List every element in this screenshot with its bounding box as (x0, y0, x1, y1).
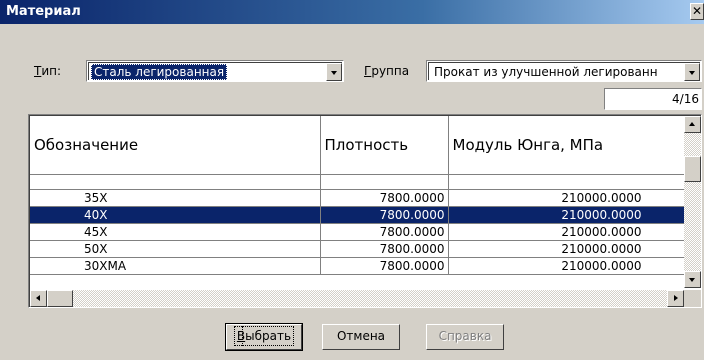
cell-density: 7800.0000 (320, 257, 449, 275)
cell-modulus: 210000.0000 (448, 240, 687, 258)
group-value: Прокат из улучшенной легированн (434, 65, 658, 79)
arrow-left-icon (36, 295, 40, 301)
close-button[interactable]: ✕ (690, 3, 704, 20)
cell-density: 7800.0000 (320, 189, 449, 207)
cell-density: 7800.0000 (320, 223, 449, 241)
vertical-scrollbar[interactable] (684, 116, 701, 288)
table-row[interactable]: 35Х 7800.0000 210000.0000 (30, 189, 687, 207)
cell-density: 7800.0000 (320, 240, 449, 258)
cell-designation: 35Х (30, 189, 321, 207)
horizontal-scroll-thumb[interactable] (47, 290, 73, 307)
close-icon: ✕ (691, 4, 703, 18)
help-button-label: Справка (438, 329, 492, 343)
type-combobox[interactable]: Сталь легированная (86, 60, 344, 82)
cell-designation: 30ХМА (30, 257, 321, 275)
scroll-left-button[interactable] (30, 290, 47, 307)
chevron-down-icon (689, 71, 695, 75)
scroll-up-button[interactable] (684, 116, 701, 133)
column-header-density[interactable]: Плотность (320, 116, 449, 175)
group-label: Группа (364, 64, 410, 78)
cancel-button[interactable]: Отмена (322, 324, 400, 350)
cell-density: 7800.0000 (320, 206, 449, 224)
table-row[interactable]: 45Х 7800.0000 210000.0000 (30, 223, 687, 241)
select-button-label: Выбрать (233, 326, 295, 346)
column-header-designation[interactable]: Обозначение (30, 116, 321, 175)
group-dropdown-button[interactable] (684, 63, 700, 81)
horizontal-scrollbar[interactable] (30, 290, 684, 307)
select-button[interactable]: Выбрать (225, 323, 303, 351)
window-title: Материал (6, 4, 81, 19)
cell-modulus: 210000.0000 (448, 189, 687, 207)
chevron-down-icon (331, 71, 337, 75)
cell-designation: 40Х (30, 206, 321, 224)
cell-modulus: 210000.0000 (448, 223, 687, 241)
scroll-corner (684, 290, 701, 307)
type-value: Сталь легированная (91, 64, 228, 80)
cell-designation: 45Х (30, 223, 321, 241)
cell-designation: 50Х (30, 240, 321, 258)
group-combobox[interactable]: Прокат из улучшенной легированн (426, 60, 702, 82)
table-row-selected[interactable]: 40Х 7800.0000 210000.0000 (30, 206, 687, 224)
record-counter: 4/16 (604, 88, 702, 110)
vertical-scroll-thumb[interactable] (684, 156, 701, 182)
title-bar: Материал ✕ (0, 0, 704, 24)
scroll-right-button[interactable] (667, 290, 684, 307)
help-button[interactable]: Справка (426, 324, 504, 350)
scroll-down-button[interactable] (684, 271, 701, 288)
table-row[interactable]: 30ХМА 7800.0000 210000.0000 (30, 257, 687, 275)
type-label: Тип: (34, 64, 62, 78)
arrow-up-icon (689, 122, 695, 126)
type-dropdown-button[interactable] (326, 63, 342, 81)
arrow-right-icon (674, 295, 678, 301)
cell-modulus: 210000.0000 (448, 206, 687, 224)
cancel-button-label: Отмена (336, 329, 386, 343)
table-row[interactable]: 50Х 7800.0000 210000.0000 (30, 240, 687, 258)
column-header-youngs-modulus[interactable]: Модуль Юнга, МПа (448, 116, 687, 175)
materials-table[interactable]: Обозначение Плотность Модуль Юнга, МПа 3… (28, 114, 702, 308)
cell-modulus: 210000.0000 (448, 257, 687, 275)
arrow-down-icon (689, 278, 695, 282)
